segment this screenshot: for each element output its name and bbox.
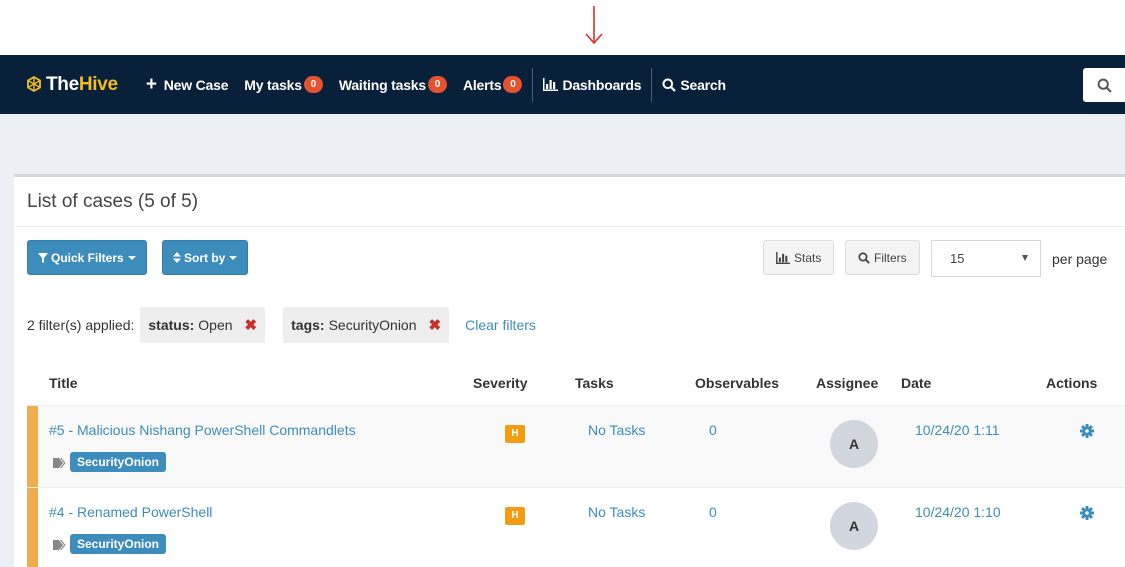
clear-filters-link[interactable]: Clear filters bbox=[465, 317, 536, 333]
filter-chip-status: status: Open ✖ bbox=[140, 307, 266, 343]
column-header-severity[interactable]: Severity bbox=[473, 375, 527, 391]
nav-divider bbox=[532, 67, 534, 102]
filter-chip-key: status: bbox=[148, 317, 195, 333]
assignee-avatar: A bbox=[830, 420, 878, 468]
remove-filter-icon[interactable]: ✖ bbox=[429, 316, 442, 334]
filter-chip-value: SecurityOnion bbox=[328, 317, 417, 333]
filters-button[interactable]: Filters bbox=[845, 240, 920, 275]
brand-logo[interactable]: The Hive bbox=[26, 74, 118, 96]
case-date-link[interactable]: 10/24/20 1:11 bbox=[915, 422, 1000, 438]
severity-badge: H bbox=[505, 507, 525, 525]
my-tasks-link[interactable]: My tasks 0 bbox=[244, 76, 323, 93]
case-observables-link[interactable]: 0 bbox=[709, 422, 717, 438]
page-title: List of cases (5 of 5) bbox=[27, 191, 199, 212]
select-arrow-icon bbox=[1022, 255, 1028, 261]
stats-label: Stats bbox=[794, 250, 822, 265]
column-header-title[interactable]: Title bbox=[49, 375, 78, 391]
sort-by-label: Sort by bbox=[184, 250, 226, 265]
filters-label: Filters bbox=[874, 250, 907, 265]
dashboards-link[interactable]: Dashboards bbox=[543, 76, 642, 93]
filter-chip-key: tags: bbox=[291, 317, 325, 333]
case-flag-bar bbox=[27, 406, 38, 487]
column-header-date[interactable]: Date bbox=[901, 375, 931, 391]
applied-filters-bar: 2 filter(s) applied: status: Open ✖ tags… bbox=[27, 307, 536, 343]
filter-chip-tags: tags: SecurityOnion ✖ bbox=[283, 307, 450, 343]
filters-applied-label: 2 filter(s) applied: bbox=[27, 317, 135, 333]
case-tasks-link[interactable]: No Tasks bbox=[588, 422, 645, 438]
bar-chart-icon bbox=[543, 78, 559, 91]
case-tag[interactable]: SecurityOnion bbox=[70, 534, 167, 554]
case-observables-link[interactable]: 0 bbox=[709, 504, 717, 520]
search-icon bbox=[662, 78, 677, 92]
page-size-select[interactable]: 15 bbox=[931, 240, 1041, 277]
tags-icon bbox=[53, 540, 66, 550]
quick-filters-label: Quick Filters bbox=[51, 250, 124, 265]
top-navbar: The Hive + New Case My tasks 0 Waiting ta… bbox=[0, 55, 1125, 114]
brand-name-part1: The bbox=[46, 73, 79, 95]
filter-chip-value: Open bbox=[198, 317, 233, 333]
gear-icon[interactable] bbox=[1080, 424, 1094, 438]
search-link[interactable]: Search bbox=[662, 77, 726, 93]
search-icon bbox=[1097, 78, 1112, 93]
column-header-observables[interactable]: Observables bbox=[695, 375, 779, 391]
caret-down-icon bbox=[229, 255, 238, 260]
my-tasks-label: My tasks bbox=[244, 76, 302, 93]
page-size-value: 15 bbox=[950, 251, 965, 266]
dashboards-label: Dashboards bbox=[562, 76, 642, 93]
assignee-avatar: A bbox=[830, 502, 878, 550]
column-header-actions: Actions bbox=[1046, 375, 1098, 391]
alerts-link[interactable]: Alerts 0 bbox=[462, 76, 523, 93]
new-case-button[interactable]: + New Case bbox=[145, 74, 229, 95]
column-header-tasks[interactable]: Tasks bbox=[575, 375, 614, 391]
waiting-tasks-link[interactable]: Waiting tasks 0 bbox=[339, 76, 447, 93]
hive-logo-icon bbox=[27, 75, 41, 92]
panel-divider bbox=[14, 226, 1125, 227]
stats-button[interactable]: Stats bbox=[763, 240, 835, 275]
nav-divider bbox=[651, 67, 653, 102]
per-page-label: per page bbox=[1052, 251, 1108, 267]
column-header-assignee[interactable]: Assignee bbox=[816, 375, 878, 391]
annotation-arrow-icon bbox=[585, 6, 603, 45]
plus-icon: + bbox=[145, 74, 157, 95]
case-tasks-link[interactable]: No Tasks bbox=[588, 504, 645, 520]
case-title-link[interactable]: #5 - Malicious Nishang PowerShell Comman… bbox=[49, 422, 356, 438]
sort-icon bbox=[173, 252, 181, 263]
waiting-tasks-count-badge: 0 bbox=[427, 76, 447, 93]
case-list-panel: List of cases (5 of 5) Quick Filters Sor… bbox=[14, 174, 1125, 567]
waiting-tasks-label: Waiting tasks bbox=[338, 76, 426, 93]
tags-icon bbox=[53, 458, 66, 468]
quick-filters-button[interactable]: Quick Filters bbox=[27, 240, 147, 275]
table-row: #5 - Malicious Nishang PowerShell Comman… bbox=[27, 405, 1125, 487]
alerts-count-badge: 0 bbox=[503, 76, 523, 93]
table-row: #4 - Renamed PowerShell SecurityOnion H … bbox=[27, 487, 1125, 567]
case-date-link[interactable]: 10/24/20 1:10 bbox=[915, 504, 1001, 520]
case-title-link[interactable]: #4 - Renamed PowerShell bbox=[49, 504, 212, 520]
new-case-label: New Case bbox=[163, 76, 229, 93]
filter-icon bbox=[38, 252, 48, 263]
caret-down-icon bbox=[127, 255, 136, 260]
search-icon bbox=[858, 251, 870, 264]
brand-name-part2: Hive bbox=[78, 73, 118, 95]
bar-chart-icon bbox=[776, 251, 790, 264]
quick-search-button[interactable] bbox=[1083, 68, 1125, 102]
remove-filter-icon[interactable]: ✖ bbox=[245, 316, 258, 334]
my-tasks-count-badge: 0 bbox=[303, 76, 323, 93]
sort-by-button[interactable]: Sort by bbox=[162, 240, 249, 275]
alerts-label: Alerts bbox=[462, 76, 502, 93]
case-tag[interactable]: SecurityOnion bbox=[70, 452, 167, 472]
severity-badge: H bbox=[505, 425, 525, 443]
gear-icon[interactable] bbox=[1080, 506, 1094, 520]
search-label: Search bbox=[680, 76, 726, 93]
case-flag-bar bbox=[27, 488, 38, 567]
